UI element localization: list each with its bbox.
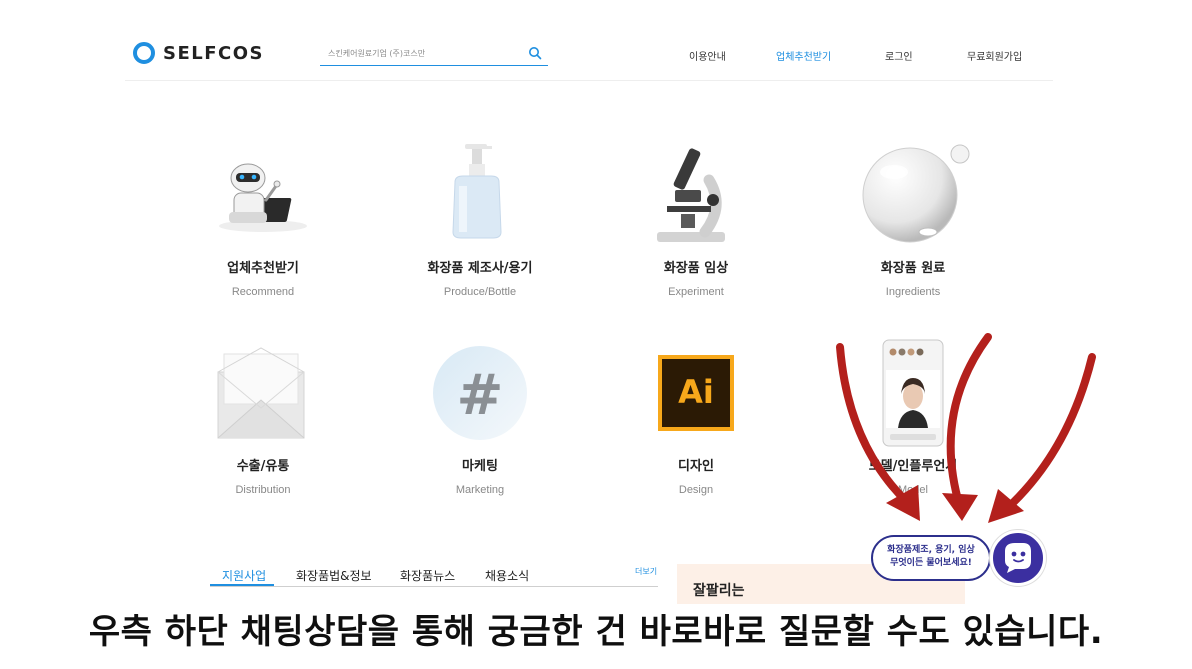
category-marketing[interactable]: # 마케팅 Marketing — [385, 338, 575, 496]
info-tabs: 지원사업 화장품법&정보 화장품뉴스 채용소식 — [210, 560, 658, 587]
envelope-icon — [217, 347, 305, 439]
tab-law-info[interactable]: 화장품법&정보 — [296, 567, 372, 584]
category-distribution[interactable]: 수출/유통 Distribution — [168, 338, 358, 496]
microscope-icon — [657, 148, 725, 242]
category-produce-bottle[interactable]: 화장품 제조사/용기 Produce/Bottle — [385, 140, 575, 298]
category-subtitle: Marketing — [455, 484, 505, 496]
tab-jobs[interactable]: 채용소식 — [485, 567, 529, 584]
category-subtitle: Produce/Bottle — [443, 286, 517, 298]
red-arrows-annotation — [836, 333, 1096, 523]
bubble-icon — [862, 144, 970, 243]
pump-bottle-icon — [452, 144, 502, 239]
category-title: 마케팅 — [462, 459, 498, 474]
selfcos-logo[interactable]: SELFCOS — [133, 42, 264, 64]
category-subtitle: Distribution — [235, 484, 291, 496]
arrowhead-middle-icon — [942, 493, 978, 521]
tab-news[interactable]: 화장품뉴스 — [400, 567, 455, 584]
nav-signup[interactable]: 무료회원가입 — [967, 48, 1022, 63]
logo-text: SELFCOS — [163, 42, 265, 64]
search-input[interactable]: 스킨케어원료기업 (주)코스만 — [320, 43, 548, 66]
arrow-right-icon — [998, 353, 1096, 517]
more-link[interactable]: 더보기 — [635, 566, 657, 577]
active-tab-indicator — [210, 584, 274, 586]
search-placeholder: 스킨케어원료기업 (주)코스만 — [328, 49, 426, 58]
category-title: 업체추천받기 — [227, 261, 299, 276]
chat-prompt-bubble[interactable]: 화장품제조, 용기, 임상 무엇이든 물어보세요! — [871, 535, 991, 581]
chat-button[interactable] — [990, 530, 1046, 586]
category-title: 화장품 제조사/용기 — [427, 261, 533, 276]
nav-guide[interactable]: 이용안내 — [689, 48, 726, 63]
category-title: 화장품 원료 — [880, 261, 946, 276]
svg-text:#: # — [457, 363, 504, 428]
robot-icon — [219, 163, 307, 232]
chat-line-1: 화장품제조, 용기, 임상 — [887, 545, 975, 555]
category-title: 화장품 임상 — [663, 261, 729, 276]
tab-support[interactable]: 지원사업 — [222, 567, 266, 584]
category-subtitle: Design — [678, 484, 714, 496]
hashtag-icon: # — [433, 346, 527, 440]
search-icon[interactable] — [528, 46, 542, 60]
chat-line-2: 무엇이든 물어보세요! — [890, 558, 972, 568]
category-subtitle: Experiment — [668, 286, 724, 298]
category-design[interactable]: Ai 디자인 Design — [601, 338, 791, 496]
category-title: 디자인 — [678, 459, 714, 474]
best-seller-title: 잘팔리는 — [693, 583, 745, 599]
chat-bot-face-icon — [1005, 543, 1031, 573]
illustrator-icon: Ai — [658, 355, 734, 431]
illustrator-icon-label: Ai — [678, 373, 714, 411]
category-experiment[interactable]: 화장품 임상 Experiment — [601, 140, 791, 298]
category-ingredients[interactable]: 화장품 원료 Ingredients — [818, 140, 1008, 298]
nav-recommend[interactable]: 업체추천받기 — [776, 48, 831, 63]
site-header: SELFCOS 스킨케어원료기업 (주)코스만 이용안내 업체추천받기 로그인 … — [125, 30, 1053, 81]
nav-login[interactable]: 로그인 — [885, 48, 913, 63]
caption-text: 우측 하단 채팅상담을 통해 궁금한 건 바로바로 질문할 수도 있습니다. — [88, 612, 1104, 652]
category-subtitle: Recommend — [231, 286, 295, 298]
arrow-middle-icon — [946, 333, 992, 511]
category-recommend[interactable]: 업체추천받기 Recommend — [168, 140, 358, 298]
category-title: 수출/유통 — [236, 459, 290, 474]
category-subtitle: Ingredients — [885, 286, 941, 298]
logo-ring-icon — [133, 42, 155, 64]
arrow-left-icon — [836, 343, 912, 507]
